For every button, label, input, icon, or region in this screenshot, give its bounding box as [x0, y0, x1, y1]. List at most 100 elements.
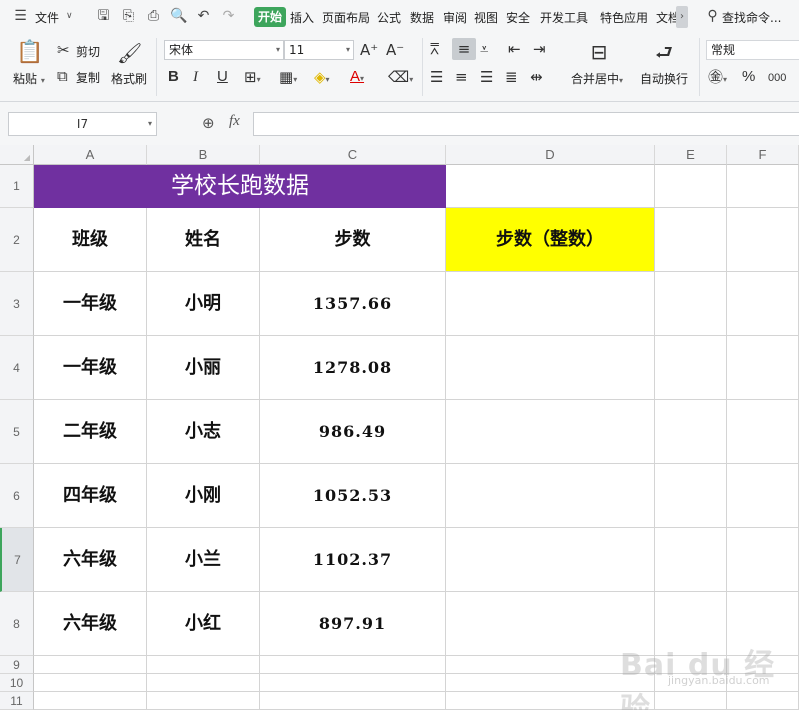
- cell-name[interactable]: 小兰: [147, 528, 260, 592]
- paste-button[interactable]: 粘贴 ▾: [13, 70, 45, 87]
- grow-font-icon[interactable]: A⁺: [360, 41, 378, 59]
- currency-icon[interactable]: ㊎▾: [708, 68, 727, 89]
- chevron-down-icon[interactable]: ∨: [66, 11, 73, 21]
- cell-a9[interactable]: [34, 656, 147, 674]
- cell-class[interactable]: 一年级: [34, 336, 147, 400]
- align-middle-icon[interactable]: ≡: [452, 38, 476, 60]
- align-right-icon[interactable]: ☰: [480, 68, 493, 86]
- title-cell[interactable]: 学校长跑数据: [34, 165, 446, 208]
- align-center-icon[interactable]: ≡: [455, 68, 468, 86]
- cell-steps[interactable]: 1052.53: [260, 464, 446, 528]
- percent-button[interactable]: %: [742, 68, 755, 86]
- justify-icon[interactable]: ≣: [505, 68, 518, 86]
- paste-icon[interactable]: 📋: [16, 40, 43, 66]
- row-header-6[interactable]: 6: [0, 464, 34, 528]
- cell-steps-integer[interactable]: [446, 400, 655, 464]
- cell-c11[interactable]: [260, 692, 446, 710]
- wrap-text-icon[interactable]: ⮐: [652, 40, 676, 64]
- copy-icon[interactable]: ⧉: [57, 67, 68, 85]
- row-header-4[interactable]: 4: [0, 336, 34, 400]
- more-tabs-chevron-icon[interactable]: ›: [676, 6, 688, 28]
- increase-indent-icon[interactable]: ⇥: [533, 40, 546, 58]
- merge-center-icon[interactable]: ⊟: [587, 40, 611, 64]
- cell-e3[interactable]: [655, 272, 727, 336]
- cell-steps-integer[interactable]: [446, 272, 655, 336]
- print-icon[interactable]: ⎙: [145, 8, 162, 25]
- shrink-font-icon[interactable]: A⁻: [386, 41, 404, 59]
- tab-page-layout[interactable]: 页面布局: [322, 9, 370, 26]
- row-header-2[interactable]: 2: [0, 208, 34, 272]
- font-color-button[interactable]: A▾: [350, 68, 364, 88]
- decrease-indent-icon[interactable]: ⇤: [508, 40, 521, 58]
- cell-e5[interactable]: [655, 400, 727, 464]
- cell-class[interactable]: 六年级: [34, 528, 147, 592]
- cell-steps[interactable]: 1357.66: [260, 272, 446, 336]
- cell-class[interactable]: 一年级: [34, 272, 147, 336]
- cell-steps[interactable]: 1278.08: [260, 336, 446, 400]
- cell-f1[interactable]: [727, 165, 799, 208]
- tab-insert[interactable]: 插入: [290, 9, 314, 26]
- cell-style-icon[interactable]: ▦▾: [279, 68, 297, 89]
- cell-d1[interactable]: [446, 165, 655, 208]
- command-search[interactable]: 查找命令...: [722, 9, 781, 26]
- tab-formulas[interactable]: 公式: [377, 9, 401, 26]
- tab-security[interactable]: 安全: [506, 9, 530, 26]
- redo-icon[interactable]: ↷: [220, 8, 237, 25]
- fx-icon[interactable]: fx: [229, 113, 240, 130]
- cell-f7[interactable]: [727, 528, 799, 592]
- align-top-icon[interactable]: ⩞: [430, 40, 439, 58]
- undo-icon[interactable]: ↶: [195, 8, 212, 25]
- cell-f5[interactable]: [727, 400, 799, 464]
- cell-name[interactable]: 小刚: [147, 464, 260, 528]
- row-header-3[interactable]: 3: [0, 272, 34, 336]
- cell-b10[interactable]: [147, 674, 260, 692]
- cell-e4[interactable]: [655, 336, 727, 400]
- cell-f2[interactable]: [727, 208, 799, 272]
- select-all-corner[interactable]: ◢: [0, 145, 34, 165]
- hamburger-menu-icon[interactable]: ☰: [12, 8, 29, 25]
- cell-e6[interactable]: [655, 464, 727, 528]
- eraser-icon[interactable]: ⌫▾: [388, 68, 413, 89]
- cell-b9[interactable]: [147, 656, 260, 674]
- italic-button[interactable]: I: [193, 68, 198, 86]
- font-size-select[interactable]: 11 ▾: [284, 40, 354, 60]
- header-cell-class[interactable]: 班级: [34, 208, 147, 272]
- cell-c10[interactable]: [260, 674, 446, 692]
- column-header-f[interactable]: F: [727, 145, 799, 165]
- thousands-separator-button[interactable]: 000: [768, 69, 786, 87]
- cell-e2[interactable]: [655, 208, 727, 272]
- cell-steps[interactable]: 897.91: [260, 592, 446, 656]
- distributed-icon[interactable]: ⇹: [530, 68, 543, 86]
- cell-f4[interactable]: [727, 336, 799, 400]
- cell-steps-integer[interactable]: [446, 336, 655, 400]
- column-header-d[interactable]: D: [446, 145, 655, 165]
- cell-class[interactable]: 六年级: [34, 592, 147, 656]
- cell-f3[interactable]: [727, 272, 799, 336]
- bold-button[interactable]: B: [168, 68, 179, 86]
- formula-input[interactable]: [253, 112, 799, 136]
- cell-e7[interactable]: [655, 528, 727, 592]
- cell-c9[interactable]: [260, 656, 446, 674]
- cell-steps-integer[interactable]: [446, 464, 655, 528]
- column-header-c[interactable]: C: [260, 145, 446, 165]
- cell-b11[interactable]: [147, 692, 260, 710]
- cell-name[interactable]: 小红: [147, 592, 260, 656]
- format-painter-button[interactable]: 格式刷: [111, 70, 147, 87]
- cell-name[interactable]: 小丽: [147, 336, 260, 400]
- number-format-select[interactable]: 常规: [706, 40, 799, 60]
- zoom-icon[interactable]: ⊕: [202, 114, 215, 132]
- row-header-11[interactable]: 11: [0, 692, 34, 710]
- column-header-b[interactable]: B: [147, 145, 260, 165]
- row-header-7[interactable]: 7: [0, 528, 34, 592]
- export-icon[interactable]: ⎘: [120, 8, 137, 25]
- format-painter-icon[interactable]: 🖌: [117, 40, 142, 66]
- header-cell-steps[interactable]: 步数: [260, 208, 446, 272]
- tab-developer[interactable]: 开发工具: [540, 9, 588, 26]
- column-header-e[interactable]: E: [655, 145, 727, 165]
- underline-button[interactable]: U: [217, 68, 228, 86]
- header-cell-steps-integer[interactable]: 步数（整数）: [446, 208, 655, 272]
- cell-class[interactable]: 二年级: [34, 400, 147, 464]
- cell-name[interactable]: 小志: [147, 400, 260, 464]
- cell-steps[interactable]: 986.49: [260, 400, 446, 464]
- font-name-select[interactable]: 宋体 ▾: [164, 40, 284, 60]
